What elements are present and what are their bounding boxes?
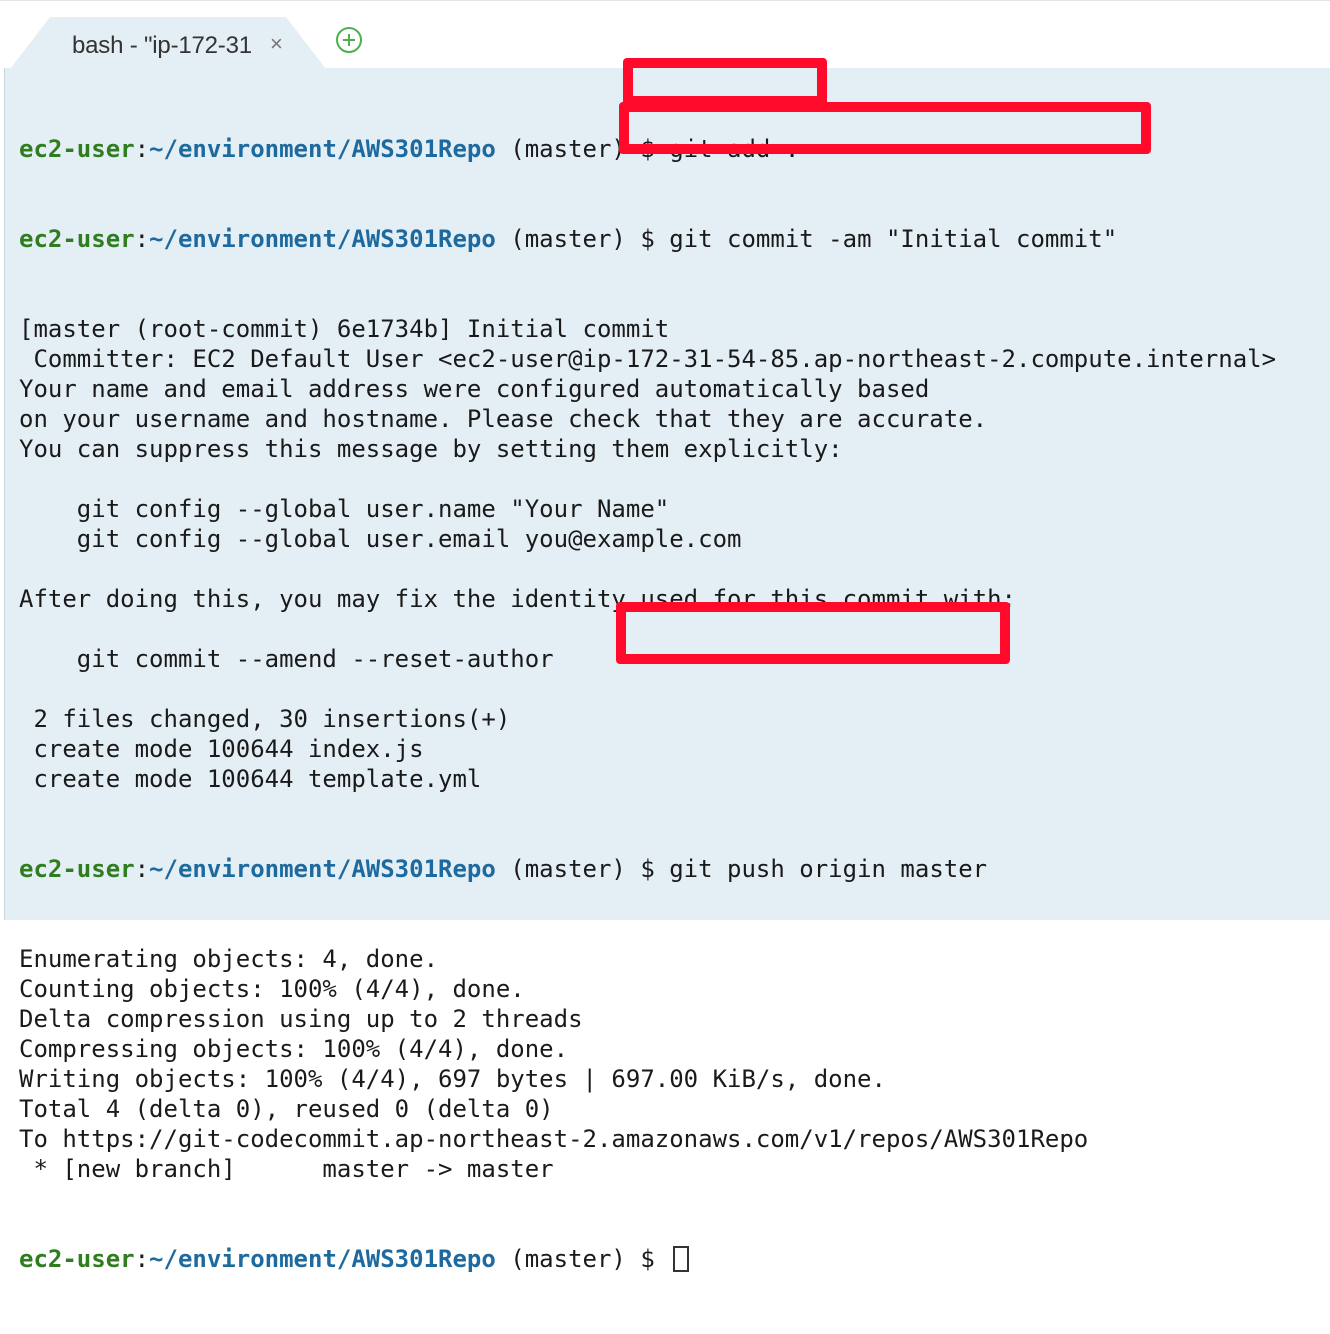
output-line: Total 4 (delta 0), reused 0 (delta 0) — [19, 1095, 554, 1123]
output-line: git config --global user.name "Your Name… — [19, 495, 670, 523]
commit-output: [master (root-commit) 6e1734b] Initial c… — [19, 314, 1276, 794]
prompt-line-final: ec2-user:~/environment/AWS301Repo (maste… — [19, 1244, 1276, 1274]
command-text: $ git push origin master — [640, 855, 988, 883]
output-line: * [new branch] master -> master — [19, 1155, 554, 1183]
prompt-separator: : — [134, 225, 150, 253]
prompt-path: ~/environment/AWS301Repo — [149, 135, 496, 163]
prompt-user: ec2-user — [19, 1245, 135, 1273]
prompt-path: ~/environment/AWS301Repo — [149, 855, 496, 883]
prompt-branch: (master) — [495, 1245, 641, 1273]
tab-bar: bash - "ip-172-31 × — [0, 0, 1330, 69]
output-line: [master (root-commit) 6e1734b] Initial c… — [19, 315, 670, 343]
command-text: $ git commit -am "Initial commit" — [640, 225, 1118, 253]
output-line: on your username and hostname. Please ch… — [19, 405, 988, 433]
window-bottom-edge — [0, 920, 1330, 928]
output-line: create mode 100644 template.yml — [19, 765, 482, 793]
command-text: $ git add . — [640, 135, 800, 163]
tab-title[interactable]: bash - "ip-172-31 — [72, 32, 272, 60]
output-line: Your name and email address were configu… — [19, 375, 930, 403]
prompt-branch: (master) — [495, 225, 641, 253]
output-line: create mode 100644 index.js — [19, 735, 424, 763]
terminal[interactable]: ec2-user:~/environment/AWS301Repo (maste… — [4, 58, 1330, 1273]
prompt-branch: (master) — [495, 135, 641, 163]
add-tab-icon[interactable] — [336, 27, 362, 53]
terminal-cursor[interactable] — [673, 1246, 690, 1272]
terminal-output: ec2-user:~/environment/AWS301Repo (maste… — [19, 74, 1276, 1334]
output-line: git commit --amend --reset-author — [19, 645, 554, 673]
close-icon[interactable]: × — [270, 31, 283, 57]
prompt-path: ~/environment/AWS301Repo — [149, 1245, 496, 1273]
output-line: After doing this, you may fix the identi… — [19, 585, 1016, 613]
output-line: 2 files changed, 30 insertions(+) — [19, 705, 511, 733]
prompt-separator: : — [134, 1245, 150, 1273]
output-line: Committer: EC2 Default User <ec2-user@ip… — [19, 345, 1277, 373]
output-line: Delta compression using up to 2 threads — [19, 1005, 583, 1033]
prompt-path: ~/environment/AWS301Repo — [149, 225, 496, 253]
prompt-separator: : — [134, 135, 150, 163]
prompt-line-push: ec2-user:~/environment/AWS301Repo (maste… — [19, 854, 1276, 884]
prompt-user: ec2-user — [19, 855, 135, 883]
output-line: git config --global user.email you@examp… — [19, 525, 742, 553]
prompt-line-commit: ec2-user:~/environment/AWS301Repo (maste… — [19, 224, 1276, 254]
output-line: Compressing objects: 100% (4/4), done. — [19, 1035, 569, 1063]
prompt-separator: : — [134, 855, 150, 883]
output-line: Enumerating objects: 4, done. — [19, 945, 439, 973]
output-line: Counting objects: 100% (4/4), done. — [19, 975, 525, 1003]
prompt-user: ec2-user — [19, 135, 135, 163]
output-line: To https://git-codecommit.ap-northeast-2… — [19, 1125, 1089, 1153]
output-line: You can suppress this message by setting… — [19, 435, 843, 463]
prompt-line-add: ec2-user:~/environment/AWS301Repo (maste… — [19, 134, 1276, 164]
push-output: Enumerating objects: 4, done. Counting ob… — [19, 944, 1276, 1184]
prompt-user: ec2-user — [19, 225, 135, 253]
command-text: $ — [640, 1245, 670, 1273]
prompt-branch: (master) — [495, 855, 641, 883]
output-line: Writing objects: 100% (4/4), 697 bytes |… — [19, 1065, 886, 1093]
